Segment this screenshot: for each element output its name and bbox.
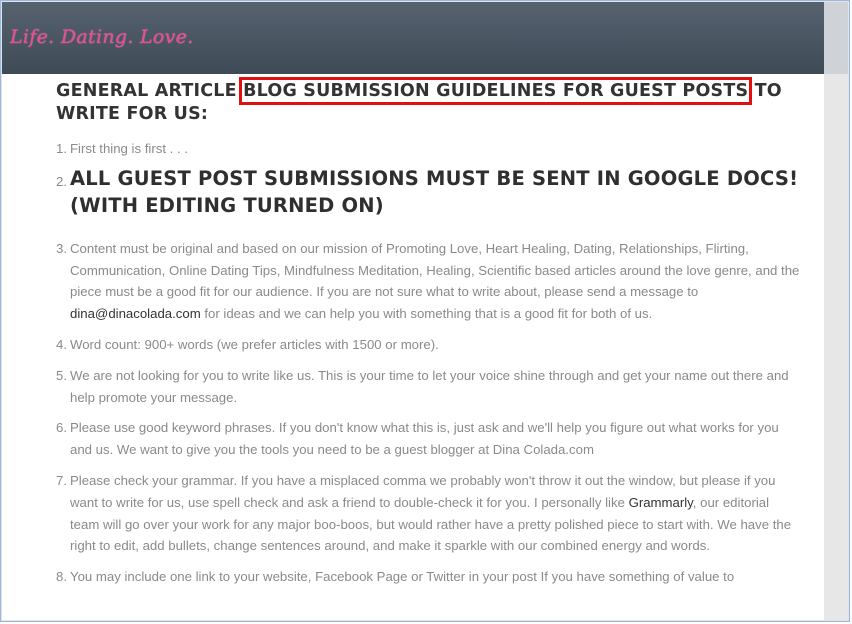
item-number: 2.: [56, 173, 67, 189]
item-text: Content must be original and based on ou…: [70, 238, 801, 325]
list-item: 7. Please check your grammar. If you hav…: [56, 470, 801, 557]
article-title: GENERAL ARTICLE BLOG SUBMISSION GUIDELIN…: [56, 77, 801, 126]
site-header: Life. Dating. Love.: [2, 2, 824, 74]
item-number: 5.: [56, 367, 67, 383]
item-text-after: for ideas and we can help you with somet…: [200, 306, 653, 322]
list-item: 3. Content must be original and based on…: [56, 238, 801, 325]
title-part-1: GENERAL ARTICLE: [56, 81, 244, 101]
item-text: First thing is first . . .: [70, 141, 188, 156]
item-number: 8.: [56, 569, 67, 585]
list-item: 1. First thing is first . . .: [56, 138, 801, 160]
item-number: 7.: [56, 472, 67, 488]
item-number: 4.: [56, 336, 67, 352]
article-content: GENERAL ARTICLE BLOG SUBMISSION GUIDELIN…: [56, 77, 801, 588]
list-item: 8. You may include one link to your webs…: [56, 566, 801, 588]
item-text: Word count: 900+ words (we prefer articl…: [70, 336, 439, 352]
list-item: 5. We are not looking for you to write l…: [56, 365, 801, 409]
item-heading: ALL GUEST POST SUBMISSIONS MUST BE SENT …: [70, 166, 799, 217]
scrollbar[interactable]: [824, 2, 848, 620]
item-number: 1.: [56, 141, 67, 156]
item-text: You may include one link to your website…: [70, 569, 735, 585]
item-text-before: Content must be original and based on ou…: [70, 240, 800, 300]
item-text: Please check your grammar. If you have a…: [70, 470, 801, 557]
item-number: 6.: [56, 420, 67, 436]
list-item: 4. Word count: 900+ words (we prefer art…: [56, 334, 801, 356]
list-item: 2. ALL GUEST POST SUBMISSIONS MUST BE SE…: [56, 165, 801, 219]
email-link[interactable]: dina@dinacolada.com: [70, 306, 201, 321]
scrollbar-thumb[interactable]: [824, 2, 848, 74]
item-text: We are not looking for you to write like…: [70, 367, 789, 405]
list-item: 6. Please use good keyword phrases. If y…: [56, 417, 801, 461]
title-highlight: BLOG SUBMISSION GUIDELINES FOR GUEST POS…: [239, 77, 753, 105]
item-text: Please use good keyword phrases. If you …: [70, 420, 779, 458]
guidelines-list: 1. First thing is first . . . 2. ALL GUE…: [56, 138, 801, 588]
item-number: 3.: [56, 240, 67, 256]
grammarly-link[interactable]: Grammarly: [629, 495, 693, 510]
site-logo[interactable]: Life. Dating. Love.: [10, 26, 194, 48]
